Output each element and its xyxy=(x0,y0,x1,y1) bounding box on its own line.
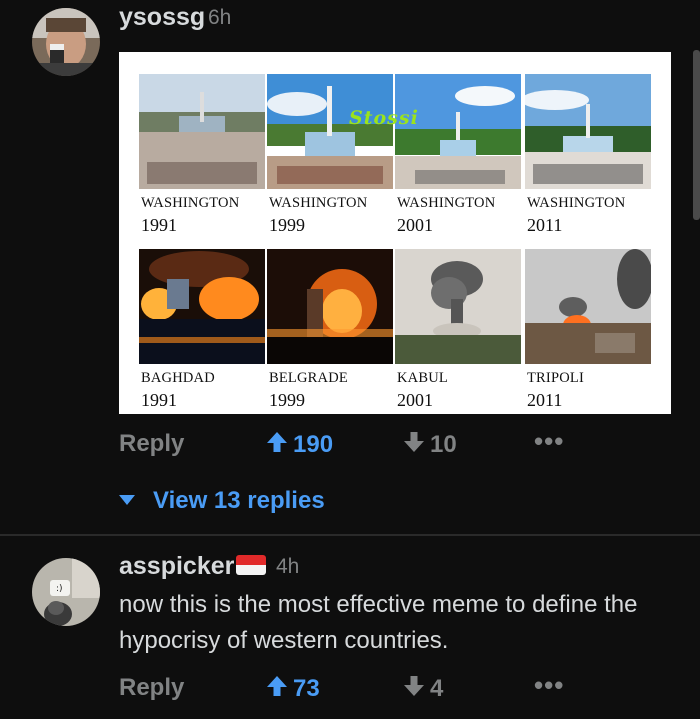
view-replies-link[interactable]: View 13 replies xyxy=(119,484,325,515)
upvote-button[interactable]: 73 xyxy=(265,674,320,703)
photo-washington-1991 xyxy=(139,74,265,189)
photo-washington-2011 xyxy=(525,74,651,189)
comment-image[interactable]: WASHINGTON 1991 WASHINGTON 1999 WASHINGT… xyxy=(119,52,671,414)
comment-actions: Reply 73 4 ••• xyxy=(0,670,700,710)
caption-city: TRIPOLI xyxy=(527,370,584,386)
watermark: Stossi xyxy=(349,107,419,129)
downvote-button[interactable]: 10 xyxy=(402,430,457,459)
upvote-arrow-icon xyxy=(267,676,287,696)
caption-year: 2011 xyxy=(527,215,563,235)
photo-belgrade-1999 xyxy=(267,249,393,364)
photo-tripoli-2011 xyxy=(525,249,651,364)
upvote-button[interactable]: 190 xyxy=(265,430,333,459)
caption-city: WASHINGTON xyxy=(397,195,496,211)
caption-year: 1999 xyxy=(269,390,305,410)
caption-city: BAGHDAD xyxy=(141,370,215,386)
caption-city: BELGRADE xyxy=(269,370,348,386)
caption-city: KABUL xyxy=(397,370,448,386)
comment-text: now this is the most effective meme to d… xyxy=(119,591,638,654)
more-options-icon[interactable]: ••• xyxy=(534,426,564,457)
photo-washington-1999 xyxy=(267,74,393,189)
caption-year: 2011 xyxy=(527,390,563,410)
downvote-count: 10 xyxy=(430,431,457,458)
comment-ysossg: ysossg 6h WASHINGTON 1991 WASHINGTON 199… xyxy=(0,0,700,532)
caption-year: 1991 xyxy=(141,215,177,235)
view-replies-label: View 13 replies xyxy=(153,487,325,514)
photo-kabul-2001 xyxy=(395,249,521,364)
reply-button[interactable]: Reply xyxy=(119,674,184,702)
caption-city: WASHINGTON xyxy=(141,195,240,211)
reply-button[interactable]: Reply xyxy=(119,430,184,458)
caret-down-icon xyxy=(119,484,135,512)
comment-asspicker: :) asspicker 4h now this is the most eff… xyxy=(0,536,700,719)
photo-washington-2001 xyxy=(395,74,521,189)
user-avatar[interactable] xyxy=(32,8,100,76)
downvote-arrow-icon xyxy=(404,432,424,452)
username[interactable]: ysossg xyxy=(119,3,205,32)
caption-city: WASHINGTON xyxy=(269,195,368,211)
timestamp: 6h xyxy=(208,6,232,29)
downvote-arrow-icon xyxy=(404,676,424,696)
caption-year: 1991 xyxy=(141,390,177,410)
timestamp: 4h xyxy=(276,555,300,578)
svg-text::): :) xyxy=(56,584,63,594)
downvote-button[interactable]: 4 xyxy=(402,674,443,703)
upvote-count: 73 xyxy=(293,675,320,702)
caption-city: WASHINGTON xyxy=(527,195,626,211)
photo-baghdad-1991 xyxy=(139,249,265,364)
upvote-arrow-icon xyxy=(267,432,287,452)
caption-year: 2001 xyxy=(397,390,433,410)
caption-year: 2001 xyxy=(397,215,433,235)
upvote-count: 190 xyxy=(293,431,334,458)
more-options-icon[interactable]: ••• xyxy=(534,670,564,701)
downvote-count: 4 xyxy=(430,675,444,702)
comment-actions: Reply 190 10 ••• xyxy=(0,426,700,466)
user-avatar[interactable]: :) xyxy=(32,558,100,626)
username[interactable]: asspicker xyxy=(119,552,234,581)
indonesia-flag-icon xyxy=(236,555,266,575)
caption-year: 1999 xyxy=(269,215,305,235)
